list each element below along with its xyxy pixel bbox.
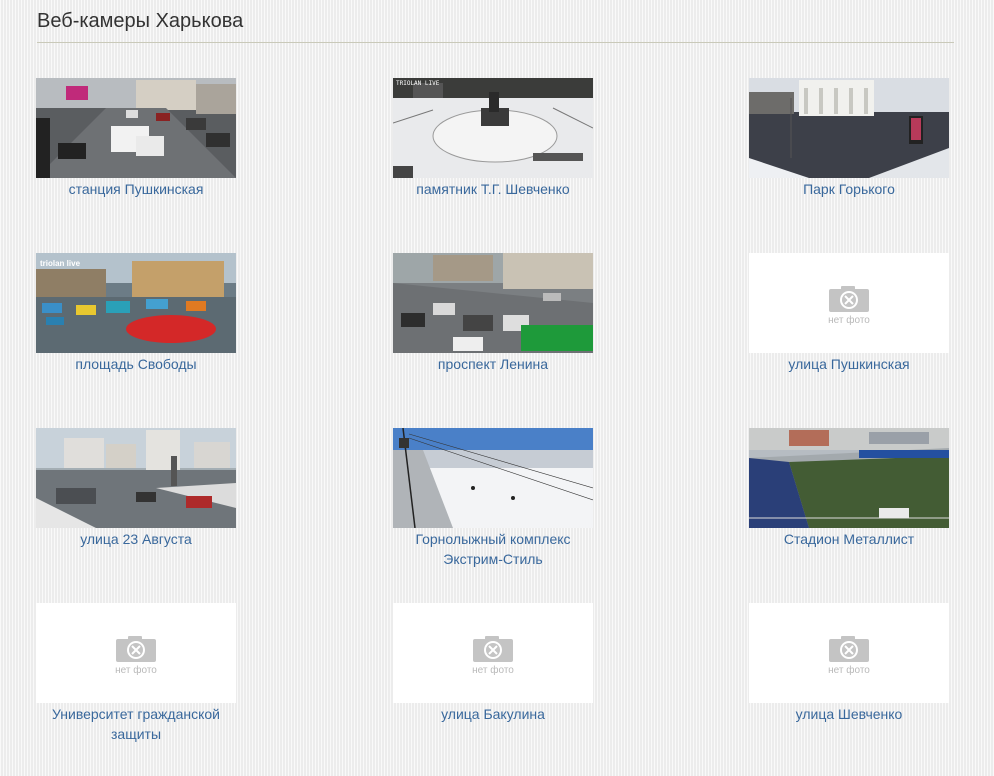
no-photo-label: нет фото xyxy=(828,665,870,676)
camera-thumbnail[interactable]: TRIOLAN LIVE xyxy=(393,78,593,178)
camera-thumbnail[interactable] xyxy=(749,78,949,178)
camera-card: нет фото улица Бакулина xyxy=(393,603,593,724)
camera-link[interactable]: площадь Свободы xyxy=(36,354,236,374)
title-divider xyxy=(37,42,954,43)
camera-thumbnail[interactable] xyxy=(36,428,236,528)
camera-card: Стадион Металлист xyxy=(749,428,949,549)
camera-link[interactable]: Стадион Металлист xyxy=(749,529,949,549)
camera-card: нет фото улица Пушкинская xyxy=(749,253,949,374)
camera-watermark: TRIOLAN LIVE xyxy=(396,80,440,87)
camera-link[interactable]: улица Шевченко xyxy=(749,704,949,724)
camera-thumbnail-placeholder[interactable]: нет фото xyxy=(749,253,949,353)
no-photo-camera-icon xyxy=(116,636,156,662)
camera-link[interactable]: станция Пушкинская xyxy=(36,179,236,199)
camera-thumbnail[interactable] xyxy=(393,428,593,528)
camera-card: улица 23 Августа xyxy=(36,428,236,549)
camera-card: станция Пушкинская xyxy=(36,78,236,199)
camera-card: Горнолыжный комплекс Экстрим-Стиль xyxy=(393,428,593,569)
page-title: Веб-камеры Харькова xyxy=(37,10,244,32)
camera-card: TRIOLAN LIVE памятник Т.Г. Шевченко xyxy=(393,78,593,199)
camera-link[interactable]: проспект Ленина xyxy=(393,354,593,374)
camera-card: triolan live площадь Свободы xyxy=(36,253,236,374)
no-photo-camera-icon xyxy=(829,286,869,312)
camera-card: Парк Горького xyxy=(749,78,949,199)
camera-link[interactable]: улица Бакулина xyxy=(393,704,593,724)
camera-thumbnail-placeholder[interactable]: нет фото xyxy=(36,603,236,703)
camera-link[interactable]: Горнолыжный комплекс Экстрим-Стиль xyxy=(393,529,593,569)
camera-thumbnail[interactable]: triolan live xyxy=(36,253,236,353)
no-photo-label: нет фото xyxy=(115,665,157,676)
camera-card: нет фото улица Шевченко xyxy=(749,603,949,724)
camera-link[interactable]: Университет гражданской защиты xyxy=(36,704,236,744)
camera-thumbnail-placeholder[interactable]: нет фото xyxy=(393,603,593,703)
camera-thumbnail[interactable] xyxy=(36,78,236,178)
camera-thumbnail[interactable] xyxy=(749,428,949,528)
no-photo-label: нет фото xyxy=(828,315,870,326)
camera-link[interactable]: Парк Горького xyxy=(749,179,949,199)
camera-link[interactable]: улица 23 Августа xyxy=(36,529,236,549)
no-photo-label: нет фото xyxy=(472,665,514,676)
camera-link[interactable]: улица Пушкинская xyxy=(749,354,949,374)
camera-link[interactable]: памятник Т.Г. Шевченко xyxy=(393,179,593,199)
no-photo-camera-icon xyxy=(829,636,869,662)
no-photo-camera-icon xyxy=(473,636,513,662)
camera-card: проспект Ленина xyxy=(393,253,593,374)
camera-watermark: triolan live xyxy=(40,259,81,268)
camera-thumbnail-placeholder[interactable]: нет фото xyxy=(749,603,949,703)
camera-thumbnail[interactable] xyxy=(393,253,593,353)
camera-card: нет фото Университет гражданской защиты xyxy=(36,603,236,744)
